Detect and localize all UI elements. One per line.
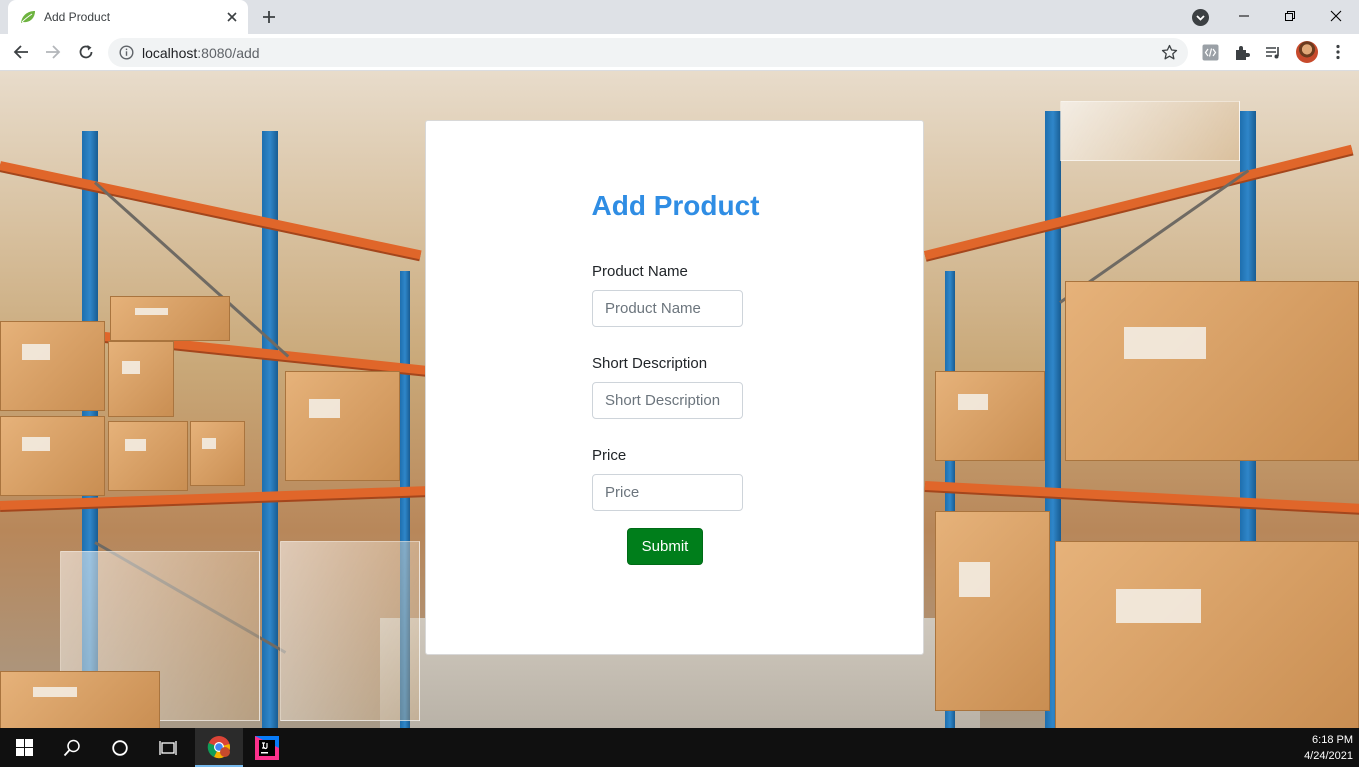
product-name-label: Product Name <box>592 263 688 280</box>
restore-icon[interactable] <box>1267 0 1313 32</box>
cortana-icon[interactable] <box>96 728 144 767</box>
tab-search-icon[interactable] <box>1192 9 1209 26</box>
price-label: Price <box>592 447 627 464</box>
short-description-input[interactable] <box>592 382 743 419</box>
submit-button[interactable]: Submit <box>627 528 703 565</box>
url-host: localhost <box>142 45 198 61</box>
intellij-idea-icon[interactable] <box>243 728 291 767</box>
windows-taskbar: 6:18 PM 4/24/2021 <box>0 728 1359 767</box>
url-path: :8080/add <box>197 45 260 61</box>
clock-time: 6:18 PM <box>1312 734 1353 746</box>
minimize-icon[interactable] <box>1221 0 1267 32</box>
product-name-input[interactable] <box>592 290 743 327</box>
browser-toolbar: localhost:8080/add <box>0 34 1359 71</box>
system-clock[interactable]: 6:18 PM 4/24/2021 <box>1304 732 1353 764</box>
profile-avatar[interactable] <box>1296 41 1318 63</box>
site-info-icon[interactable] <box>119 45 134 60</box>
windows-start-icon[interactable] <box>0 728 48 767</box>
tab-title: Add Product <box>44 10 111 24</box>
back-icon[interactable] <box>9 40 33 64</box>
bookmark-star-icon[interactable] <box>1161 44 1178 61</box>
short-description-label: Short Description <box>592 355 708 372</box>
media-queue-icon[interactable] <box>1263 42 1283 62</box>
url-text[interactable]: localhost:8080/add <box>142 45 260 61</box>
close-tab-icon[interactable] <box>224 9 240 25</box>
extensions-puzzle-icon[interactable] <box>1232 42 1252 62</box>
close-window-icon[interactable] <box>1313 0 1359 32</box>
menu-kebab-icon[interactable] <box>1328 42 1348 62</box>
search-icon[interactable] <box>48 728 96 767</box>
chrome-taskbar-icon[interactable] <box>195 728 243 767</box>
clock-date: 4/24/2021 <box>1304 750 1353 762</box>
task-view-icon[interactable] <box>144 728 192 767</box>
add-product-card: Add Product Product Name Short Descripti… <box>425 120 924 655</box>
devtools-extension-icon[interactable] <box>1200 42 1220 62</box>
new-tab-icon[interactable] <box>260 8 278 26</box>
browser-tab-active[interactable]: Add Product <box>8 0 248 34</box>
leaf-favicon-icon <box>21 11 35 23</box>
page-title: Add Product <box>591 190 760 221</box>
browser-tabstrip: Add Product <box>0 0 1359 34</box>
forward-icon[interactable] <box>41 40 65 64</box>
address-bar[interactable]: localhost:8080/add <box>108 38 1188 67</box>
page-viewport: Add Product Product Name Short Descripti… <box>0 71 1359 728</box>
reload-icon[interactable] <box>74 40 98 64</box>
price-input[interactable] <box>592 474 743 511</box>
